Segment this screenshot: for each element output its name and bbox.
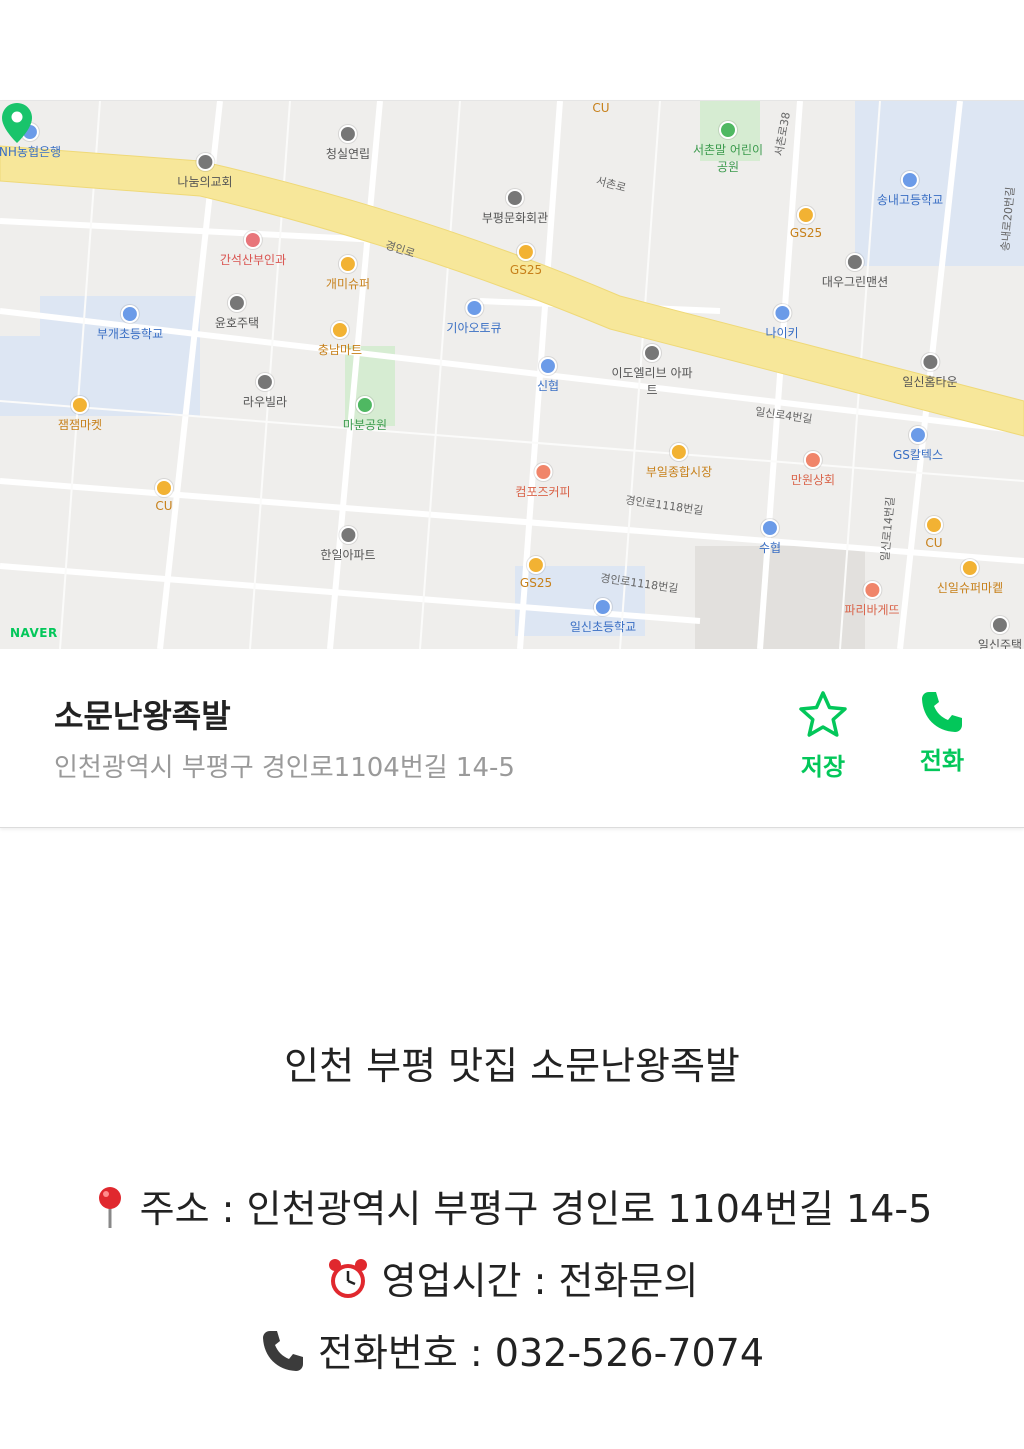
map-poi[interactable]: 부일종합시장 bbox=[646, 443, 712, 480]
map-poi[interactable]: 충남마트 bbox=[318, 321, 362, 358]
map-poi[interactable]: 컴포즈커피 bbox=[515, 463, 571, 500]
map-poi[interactable]: CU bbox=[925, 516, 943, 550]
map-poi[interactable]: 잼잼마켓 bbox=[58, 396, 102, 433]
save-label: 저장 bbox=[800, 753, 846, 781]
map-poi[interactable]: GS25 bbox=[520, 556, 552, 590]
map-poi[interactable]: 마분공원 bbox=[343, 396, 387, 433]
alarm-clock-icon bbox=[326, 1257, 370, 1310]
save-button[interactable]: 저장 bbox=[783, 689, 863, 782]
map-poi[interactable]: CU bbox=[155, 479, 173, 513]
map-poi[interactable]: 개미슈퍼 bbox=[326, 255, 370, 292]
map-poi[interactable]: 나눔의교회 bbox=[177, 153, 233, 190]
map-background bbox=[0, 101, 1024, 649]
map-poi[interactable]: 일신초등학교 bbox=[570, 598, 636, 635]
map-poi[interactable]: 일신홈타운 bbox=[902, 353, 958, 390]
map-poi[interactable]: 파리바게뜨 bbox=[844, 581, 900, 618]
call-label: 전화 bbox=[919, 747, 965, 775]
call-button[interactable]: 전화 bbox=[902, 689, 982, 776]
place-info: 소문난왕족발 인천광역시 부평구 경인로1104번길 14-5 저장 전화 bbox=[0, 649, 1024, 827]
address-line: 주소 : 인천광역시 부평구 경인로 1104번길 14-5 bbox=[0, 1178, 1024, 1238]
map-poi[interactable]: CU bbox=[592, 101, 609, 115]
map-poi[interactable]: 부개초등학교 bbox=[97, 305, 163, 342]
map-poi[interactable]: 나이키 bbox=[765, 304, 799, 341]
place-address: 인천광역시 부평구 경인로1104번길 14-5 bbox=[54, 753, 515, 783]
map-poi[interactable]: 송내고등학교 bbox=[877, 171, 943, 208]
map-poi[interactable]: GS25 bbox=[790, 206, 822, 240]
map-poi[interactable]: 이도엘리브 아파트 bbox=[607, 344, 697, 398]
phone-line: 전화번호 : 032-526-7074 bbox=[0, 1322, 1024, 1383]
map-poi[interactable]: 만원상회 bbox=[791, 451, 835, 488]
place-name[interactable]: 소문난왕족발 bbox=[54, 691, 231, 737]
map-poi[interactable]: 라우빌라 bbox=[243, 373, 287, 410]
map-poi[interactable]: 한일아파트 bbox=[320, 526, 376, 563]
map-poi[interactable]: 윤호주택 bbox=[215, 294, 259, 331]
phone-icon bbox=[922, 692, 962, 732]
location-marker-icon[interactable] bbox=[0, 101, 34, 145]
address-text: 주소 : 인천광역시 부평구 경인로 1104번길 14-5 bbox=[139, 1187, 933, 1231]
map-poi[interactable]: 수협 bbox=[759, 519, 781, 556]
naver-logo: NAVER bbox=[10, 626, 58, 640]
map-poi[interactable]: 대우그린맨션 bbox=[822, 253, 888, 290]
telephone-receiver-icon bbox=[260, 1328, 306, 1383]
map-poi[interactable]: 부평문화회관 bbox=[482, 189, 548, 226]
place-card: NH농협은행 청실연립 나눔의교회 부평문화회관 간석산부인과 개미슈퍼 GS2… bbox=[0, 100, 1024, 828]
map-poi[interactable]: 청실연립 bbox=[326, 125, 370, 162]
map-poi[interactable]: 신일슈퍼마켙 bbox=[937, 559, 1003, 596]
map-poi[interactable]: GS칼텍스 bbox=[893, 426, 943, 463]
post-headline: 인천 부평 맛집 소문난왕족발 bbox=[284, 1044, 740, 1088]
map-poi[interactable]: 신협 bbox=[537, 357, 559, 394]
map-poi[interactable]: 기아오토큐 bbox=[446, 299, 502, 336]
hours-text: 영업시간 : 전화문의 bbox=[381, 1259, 699, 1303]
hours-line: 영업시간 : 전화문의 bbox=[0, 1250, 1024, 1310]
round-pushpin-icon bbox=[92, 1185, 128, 1238]
map-poi[interactable]: 서촌말 어린이공원 bbox=[688, 121, 768, 175]
map-view[interactable]: NH농협은행 청실연립 나눔의교회 부평문화회관 간석산부인과 개미슈퍼 GS2… bbox=[0, 101, 1024, 649]
map-poi[interactable]: GS25 bbox=[510, 243, 542, 277]
star-outline-icon bbox=[799, 691, 847, 737]
map-poi[interactable]: 일신주택 bbox=[978, 616, 1022, 649]
map-poi[interactable]: 간석산부인과 bbox=[220, 231, 286, 268]
phone-text[interactable]: 전화번호 : 032-526-7074 bbox=[318, 1331, 764, 1375]
